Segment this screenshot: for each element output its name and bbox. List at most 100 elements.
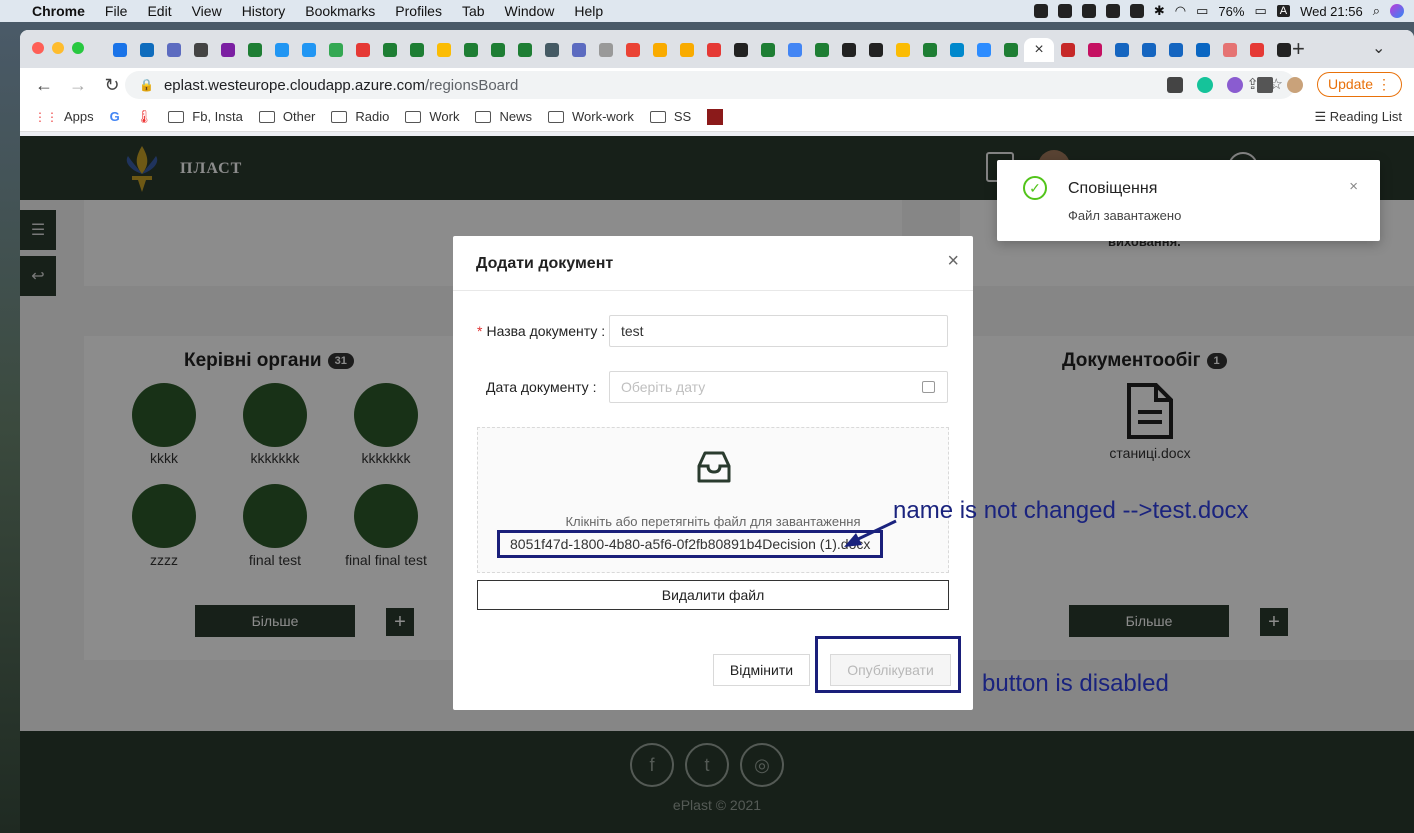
- browser-tab[interactable]: [673, 38, 700, 62]
- bluetooth-icon[interactable]: ✱: [1154, 3, 1165, 19]
- siri-icon[interactable]: [1390, 4, 1404, 18]
- browser-tab[interactable]: [1189, 38, 1216, 62]
- bookmark-work-work[interactable]: Work-work: [547, 109, 634, 124]
- bookmark-apps[interactable]: ⋮⋮ Apps: [34, 109, 94, 124]
- browser-tab[interactable]: [943, 38, 970, 62]
- grammarly-icon[interactable]: [1196, 76, 1213, 93]
- airplay-icon[interactable]: ▭: [1196, 3, 1208, 19]
- active-tab[interactable]: ×: [1024, 38, 1054, 62]
- close-tab-icon[interactable]: ×: [1032, 42, 1046, 58]
- browser-tab[interactable]: [214, 38, 241, 62]
- forward-icon[interactable]: →: [68, 75, 88, 96]
- browser-tab[interactable]: [322, 38, 349, 62]
- zoom-window-button[interactable]: [72, 42, 84, 54]
- modal-close-icon[interactable]: ×: [947, 250, 959, 273]
- browser-tab[interactable]: [1243, 38, 1270, 62]
- browser-tab[interactable]: [484, 38, 511, 62]
- browser-tab[interactable]: [133, 38, 160, 62]
- reading-list[interactable]: ☰ Reading List: [1314, 109, 1402, 125]
- bookmark-google[interactable]: G: [110, 109, 120, 124]
- browser-tab[interactable]: [808, 38, 835, 62]
- delete-file-button[interactable]: Видалити файл: [477, 580, 949, 610]
- cancel-button[interactable]: Відмінити: [713, 654, 810, 686]
- browser-tab[interactable]: [592, 38, 619, 62]
- notification-close-icon[interactable]: ×: [1349, 178, 1358, 195]
- browser-tab[interactable]: [106, 38, 133, 62]
- tray-zoom-icon[interactable]: [1057, 4, 1072, 18]
- tray-viber-icon[interactable]: [1129, 4, 1144, 18]
- browser-tab[interactable]: [727, 38, 754, 62]
- menu-tab[interactable]: Tab: [462, 3, 485, 19]
- shield-extension-icon[interactable]: [1166, 76, 1183, 93]
- clock[interactable]: Wed 21:56: [1300, 4, 1363, 19]
- browser-tab[interactable]: [781, 38, 808, 62]
- battery-icon[interactable]: ▭: [1254, 3, 1266, 19]
- menu-app-name[interactable]: Chrome: [32, 3, 85, 19]
- browser-tab[interactable]: [1135, 38, 1162, 62]
- menu-history[interactable]: History: [242, 3, 286, 19]
- browser-tab[interactable]: [997, 38, 1024, 62]
- bookmark-other[interactable]: Other: [258, 109, 315, 124]
- update-button[interactable]: Update ⋮: [1316, 72, 1402, 97]
- browser-tab[interactable]: [538, 38, 565, 62]
- browser-tab[interactable]: [1216, 38, 1243, 62]
- feather-extension-icon[interactable]: [1226, 76, 1243, 93]
- browser-tab[interactable]: [511, 38, 538, 62]
- browser-tab[interactable]: [349, 38, 376, 62]
- browser-tab[interactable]: [430, 38, 457, 62]
- browser-tab[interactable]: [457, 38, 484, 62]
- tray-chat-icon[interactable]: [1033, 4, 1048, 18]
- browser-tab[interactable]: [1162, 38, 1189, 62]
- minimize-window-button[interactable]: [52, 42, 64, 54]
- spotlight-icon[interactable]: ⌕: [1373, 3, 1380, 19]
- browser-tab[interactable]: [916, 38, 943, 62]
- browser-tab[interactable]: [1081, 38, 1108, 62]
- browser-tab[interactable]: [295, 38, 322, 62]
- document-date-picker[interactable]: Оберіть дату: [609, 371, 948, 403]
- address-bar[interactable]: 🔒 eplast.westeurope.cloudapp.azure.com/r…: [125, 71, 1295, 99]
- browser-tab[interactable]: [889, 38, 916, 62]
- back-icon[interactable]: ←: [34, 75, 54, 96]
- browser-tab[interactable]: [403, 38, 430, 62]
- browser-tab[interactable]: [160, 38, 187, 62]
- browser-tab[interactable]: [241, 38, 268, 62]
- new-tab-button[interactable]: +: [1292, 36, 1305, 62]
- bookmark-news[interactable]: News: [475, 109, 532, 124]
- bookmark-up-icon[interactable]: [707, 108, 724, 125]
- browser-tab[interactable]: [700, 38, 727, 62]
- tab-search-icon[interactable]: ⌄: [1372, 38, 1385, 58]
- bookmark-ss[interactable]: SS: [649, 109, 691, 124]
- browser-tab[interactable]: [187, 38, 214, 62]
- browser-tab[interactable]: [646, 38, 673, 62]
- lock-icon[interactable]: 🔒: [139, 78, 154, 92]
- browser-tab[interactable]: [268, 38, 295, 62]
- menu-help[interactable]: Help: [574, 3, 603, 19]
- keyboard-input-icon[interactable]: A: [1276, 5, 1291, 17]
- browser-tab[interactable]: [970, 38, 997, 62]
- browser-tab[interactable]: [862, 38, 889, 62]
- puzzle-extensions-icon[interactable]: [1256, 76, 1273, 93]
- close-window-button[interactable]: [32, 42, 44, 54]
- menu-profiles[interactable]: Profiles: [395, 3, 442, 19]
- tray-feather-icon[interactable]: [1105, 4, 1120, 18]
- document-name-input[interactable]: test: [609, 315, 948, 347]
- browser-tab[interactable]: [565, 38, 592, 62]
- menu-bookmarks[interactable]: Bookmarks: [305, 3, 375, 19]
- browser-tab[interactable]: [1108, 38, 1135, 62]
- menu-window[interactable]: Window: [505, 3, 555, 19]
- browser-tab[interactable]: [619, 38, 646, 62]
- tray-check-icon[interactable]: [1081, 4, 1096, 18]
- wifi-icon[interactable]: ◠: [1175, 3, 1186, 19]
- profile-avatar[interactable]: [1286, 76, 1303, 93]
- menu-edit[interactable]: Edit: [147, 3, 171, 19]
- reload-icon[interactable]: ↻: [102, 75, 122, 96]
- browser-tab[interactable]: [376, 38, 403, 62]
- bookmark-thermometer[interactable]: 🌡: [136, 109, 153, 125]
- calendar-icon[interactable]: [922, 381, 935, 393]
- bookmark-radio[interactable]: Radio: [331, 109, 389, 124]
- browser-tab[interactable]: [754, 38, 781, 62]
- browser-tab[interactable]: [1054, 38, 1081, 62]
- menu-view[interactable]: View: [192, 3, 222, 19]
- bookmark-work[interactable]: Work: [405, 109, 459, 124]
- browser-tab[interactable]: [835, 38, 862, 62]
